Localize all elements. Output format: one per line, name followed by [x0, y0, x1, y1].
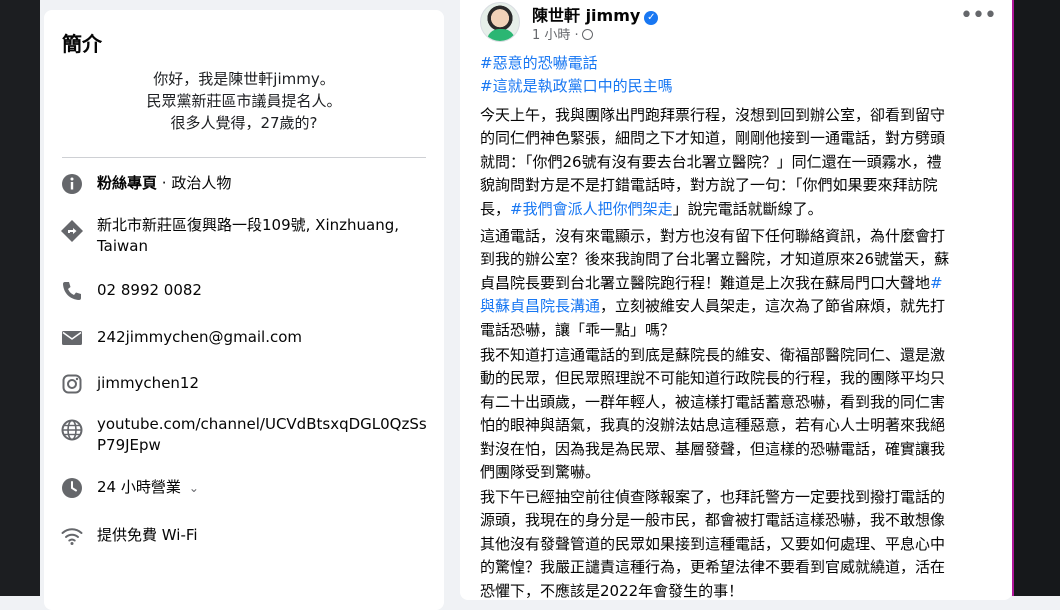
- post-line: 長，#我們會派人把你們架走」說完電話就斷線了。: [480, 198, 1000, 221]
- post-line: 貌詢問對方是不是打錯電話時，對方說了一句：「你們如果要來拜訪院: [480, 176, 938, 195]
- post-line: 電話恐嚇，讓「乖一點」嗎？: [480, 320, 676, 339]
- avatar-shirt: [487, 29, 515, 41]
- phone-icon: [60, 279, 84, 303]
- post-meta: 1 小時 ·: [532, 24, 593, 43]
- chevron-down-icon: ⌄: [188, 481, 199, 495]
- post-line: 的驚惶？我嚴正譴責這種行為，更希望法律不要看到官威就繞道，活在: [480, 558, 946, 577]
- clock-icon: [60, 476, 84, 500]
- more-options-button[interactable]: •••: [960, 5, 997, 32]
- youtube-link[interactable]: youtube.com/channel/UCVdBtsxqDGL0QzSs P7…: [97, 414, 427, 456]
- post-line: 其他沒有發聲管道的民眾如果接到這種電話，又要如何處理、平息心中: [480, 534, 946, 553]
- post-line: 動的民眾，但民眾照理說不可能知道行政院長的行程，我的團隊平均只: [480, 369, 946, 388]
- globe-icon: [60, 418, 84, 442]
- instagram-icon: [60, 372, 84, 396]
- author-avatar[interactable]: [480, 2, 520, 42]
- post-line: 我下午已經抽空前往偵查隊報案了，也拜託警方一定要找到撥打電話的: [480, 488, 946, 506]
- instagram-link[interactable]: jimmychen12: [97, 373, 427, 394]
- intro-title: 簡介: [62, 32, 102, 56]
- hashtag-link[interactable]: #我們會派人把你們架走: [510, 200, 673, 218]
- address-line: Taiwan: [97, 237, 149, 255]
- post-line: 恐懼下，不應該是2022年會發生的事！: [480, 581, 744, 600]
- post-paragraph-3: 我不知道打這通電話的到底是蘇院長的維安、衛福部醫院同仁、還是激 動的民眾，但民眾…: [480, 344, 1000, 484]
- post-line: 這通電話，沒有來電顯示，對方也沒有留下任何聯絡資訊，為什麼會打: [480, 227, 946, 245]
- category-value: · 政治人物: [157, 174, 232, 192]
- post-hashtags: #惡意的恐嚇電話 #這就是執政黨口中的民主嗎: [480, 52, 673, 98]
- post-line: 就問：「你們26號有沒有要去台北署立醫院？」同仁還在一頭霧水，禮: [480, 152, 942, 171]
- post-line: 的同仁們神色緊張，細問之下才知道，剛剛他接到一通電話，對方劈頭: [480, 129, 946, 148]
- post-paragraph-2: 這通電話，沒有來電顯示，對方也沒有留下任何聯絡資訊，為什麼會打 到我的辦公室？後…: [480, 225, 1000, 342]
- accent-line: [1012, 0, 1014, 596]
- text-segment: ，立刻被維安人員架走，這次為了節省麻煩，就先打: [600, 297, 946, 316]
- wifi-icon: [60, 524, 84, 548]
- right-page-edge: [1012, 0, 1060, 596]
- bio-line: 民眾黨新莊區市議員提名人。: [146, 92, 342, 110]
- youtube-link-line: youtube.com/channel/UCVdBtsxqDGL0QzSs: [97, 415, 427, 433]
- post-line: 我不知道打這通電話的到底是蘇院長的維安、衛福部醫院同仁、還是激: [480, 346, 946, 364]
- text-segment: 」說完電話就斷線了。: [672, 199, 823, 218]
- youtube-link-line: P79JEpw: [97, 436, 161, 454]
- post-line: 對沒在怕，因為我是為民眾、基層發聲，但這樣的恐嚇電話，確實讓我: [480, 439, 946, 458]
- post-line: 們團隊受到驚嚇。: [480, 463, 601, 482]
- post-paragraph-4: 我下午已經抽空前往偵查隊報案了，也拜託警方一定要找到撥打電話的 源頭，我現在的身…: [480, 486, 1000, 603]
- post-line: 到我的辦公室？後來我詢問了台北署立醫院，才知道原來26號當天，蘇: [480, 250, 950, 269]
- bio-line: 很多人覺得，27歲的?: [170, 114, 318, 132]
- hashtag-link[interactable]: #這就是執政黨口中的民主嗎: [480, 75, 673, 98]
- hashtag-link[interactable]: 與蘇貞昌院長溝通: [480, 297, 600, 315]
- author-name: 陳世軒 jimmy: [532, 6, 641, 25]
- intro-card: 簡介 你好，我是陳世軒jimmy。 民眾黨新莊區市議員提名人。 很多人覺得，27…: [44, 10, 444, 610]
- info-icon: [60, 172, 84, 196]
- post-line: 貞昌院長要到台北署立醫院跑行程！難道是上次我在蘇局門口大聲地#: [480, 272, 1000, 295]
- email-address[interactable]: 242jimmychen@gmail.com: [97, 327, 427, 348]
- verified-badge-icon: ✓: [644, 11, 659, 25]
- category-label: 粉絲專頁: [97, 174, 158, 192]
- map-pin-icon: [60, 219, 84, 243]
- post-line: 怕的眼神與語氣，我真的沒辦法姑息這種惡意，若有心人士明著來我絕: [480, 416, 946, 435]
- intro-divider: [62, 157, 426, 158]
- hours-status: 24 小時營業: [97, 478, 181, 496]
- post-author[interactable]: 陳世軒 jimmy ✓: [532, 2, 659, 26]
- hashtag-link[interactable]: #: [930, 274, 943, 292]
- post-line: 與蘇貞昌院長溝通，立刻被維安人員架走，這次為了節省麻煩，就先打: [480, 295, 1000, 318]
- left-page-edge: [0, 0, 40, 596]
- post-line: 有二十出頭歲，一群年輕人，被這樣打電話蓄意恐嚇，看到我的同仁害: [480, 392, 946, 411]
- phone-number[interactable]: 02 8992 0082: [97, 280, 427, 301]
- post-time[interactable]: 1 小時 ·: [532, 28, 579, 43]
- hashtag-link[interactable]: #惡意的恐嚇電話: [480, 52, 673, 75]
- post-paragraph-1: 今天上午，我與團隊出門跑拜票行程，沒想到回到辦公室，卻看到留守 的同仁們神色緊張…: [480, 104, 1000, 221]
- bio-line: 你好，我是陳世軒jimmy。: [153, 70, 335, 88]
- post-line: 今天上午，我與團隊出門跑拜票行程，沒想到回到辦公室，卻看到留守: [480, 106, 946, 124]
- text-segment: 貞昌院長要到台北署立醫院跑行程！難道是上次我在蘇局門口大聲地: [480, 273, 931, 292]
- envelope-icon: [60, 326, 84, 350]
- post-line: 源頭，我現在的身分是一般市民，都會被打電話這樣恐嚇，我不敢想像: [480, 511, 946, 530]
- wifi-label: 提供免費 Wi-Fi: [97, 526, 198, 544]
- text-segment: 長，: [480, 199, 511, 218]
- globe-icon: [581, 29, 593, 40]
- intro-bio: 你好，我是陳世軒jimmy。 民眾黨新莊區市議員提名人。 很多人覺得，27歲的?: [44, 68, 444, 134]
- address-line: 新北市新莊區復興路一段109號, Xinzhuang,: [97, 216, 399, 234]
- post-card: 陳世軒 jimmy ✓ 1 小時 · ••• #惡意的恐嚇電話 #這就是執政黨口中…: [460, 0, 1012, 600]
